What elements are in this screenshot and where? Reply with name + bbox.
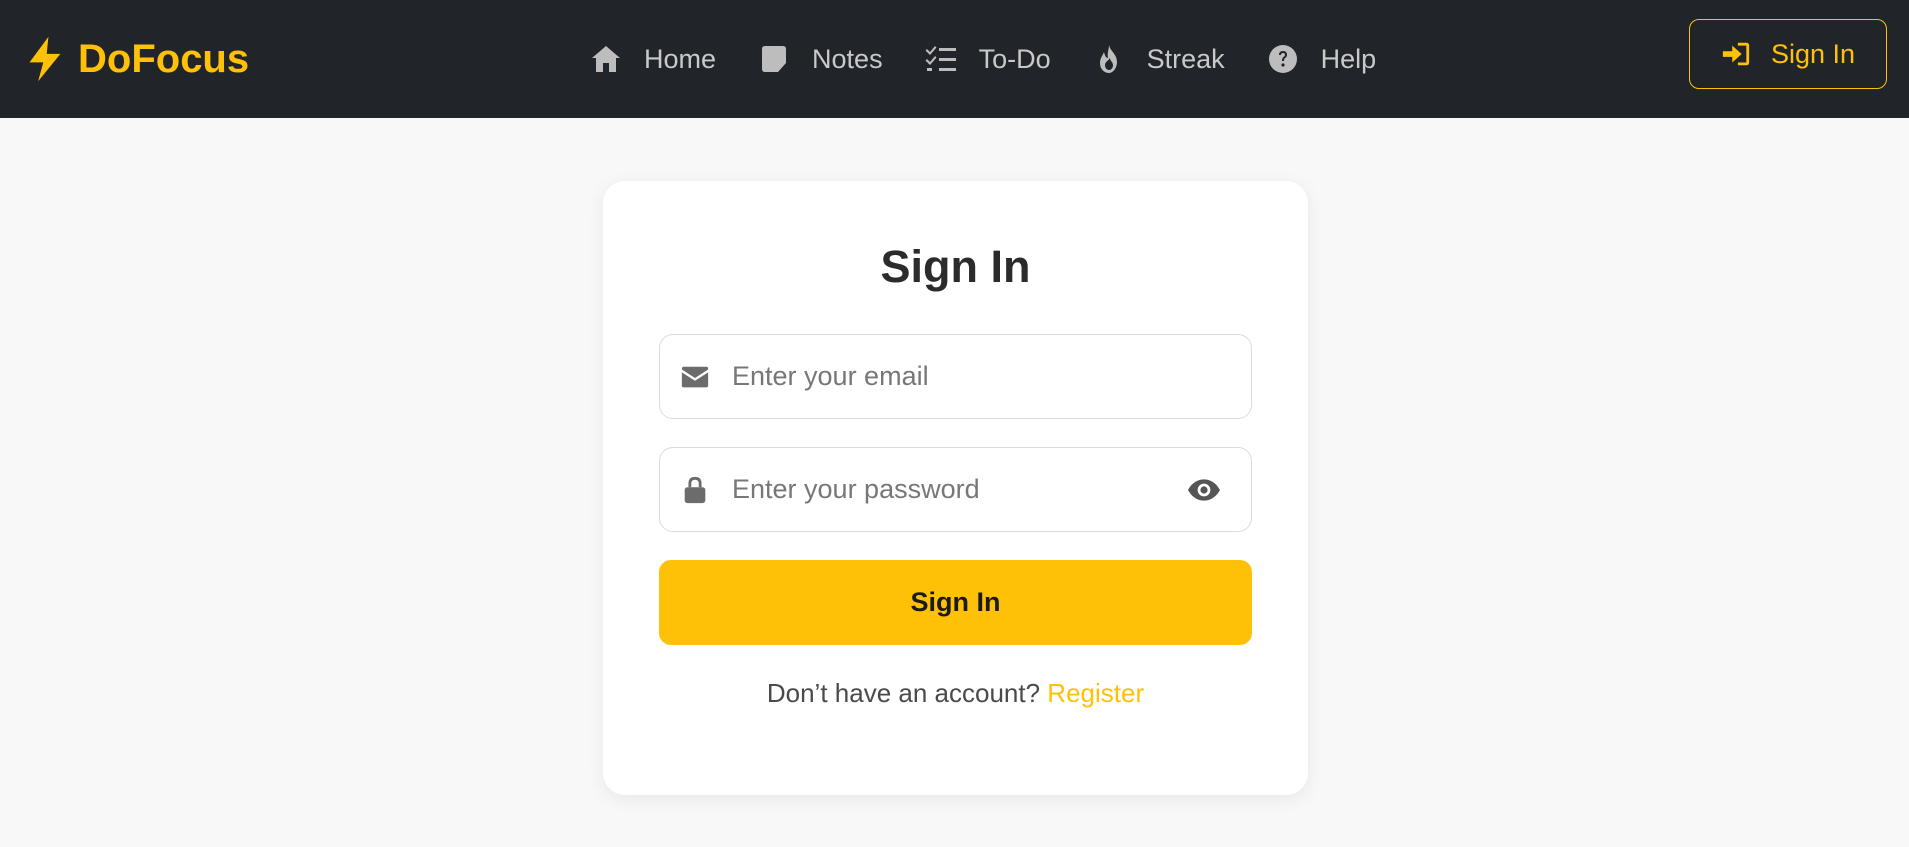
list-check-icon — [925, 46, 956, 71]
main-nav: Home Notes To-Do Streak Help — [590, 0, 1418, 118]
signin-card: Sign In Sign In Don’t have an account? R… — [603, 181, 1308, 795]
home-icon — [592, 46, 620, 72]
nav-item-todo[interactable]: To-Do — [925, 43, 1051, 75]
nav-item-label: To-Do — [978, 43, 1051, 74]
register-prompt: Don’t have an account? Register — [603, 678, 1308, 709]
brand-link[interactable]: DoFocus — [24, 35, 249, 83]
nav-signin-button[interactable]: Sign In — [1689, 19, 1887, 89]
sign-in-icon — [1722, 42, 1750, 66]
lock-icon — [684, 476, 706, 503]
nav-item-help[interactable]: Help — [1267, 43, 1377, 75]
email-field[interactable] — [659, 334, 1252, 419]
nav-item-streak[interactable]: Streak — [1093, 43, 1225, 75]
password-field[interactable] — [659, 447, 1252, 532]
signin-submit-button[interactable]: Sign In — [659, 560, 1252, 645]
nav-item-label: Home — [644, 43, 717, 74]
page-title: Sign In — [880, 241, 1031, 292]
nav-signin-label: Sign In — [1770, 38, 1856, 69]
register-prompt-text: Don’t have an account? — [766, 678, 1041, 708]
brand-name: DoFocus — [78, 36, 250, 81]
register-link[interactable]: Register — [1047, 678, 1144, 708]
fire-icon — [1099, 45, 1117, 73]
nav-item-notes[interactable]: Notes — [758, 43, 883, 75]
email-input[interactable] — [732, 361, 1251, 392]
eye-icon[interactable] — [1187, 473, 1221, 507]
envelope-icon — [681, 366, 709, 387]
nav-item-label: Streak — [1146, 43, 1225, 74]
note-icon — [762, 46, 787, 72]
nav-item-label: Help — [1320, 43, 1377, 74]
nav-item-home[interactable]: Home — [590, 43, 716, 75]
question-circle-icon — [1268, 45, 1297, 73]
navbar: DoFocus Home Notes To-Do Streak Help Sig… — [0, 0, 1909, 118]
nav-item-label: Notes — [812, 43, 883, 74]
password-input[interactable] — [732, 474, 1187, 505]
bolt-icon — [29, 36, 61, 82]
